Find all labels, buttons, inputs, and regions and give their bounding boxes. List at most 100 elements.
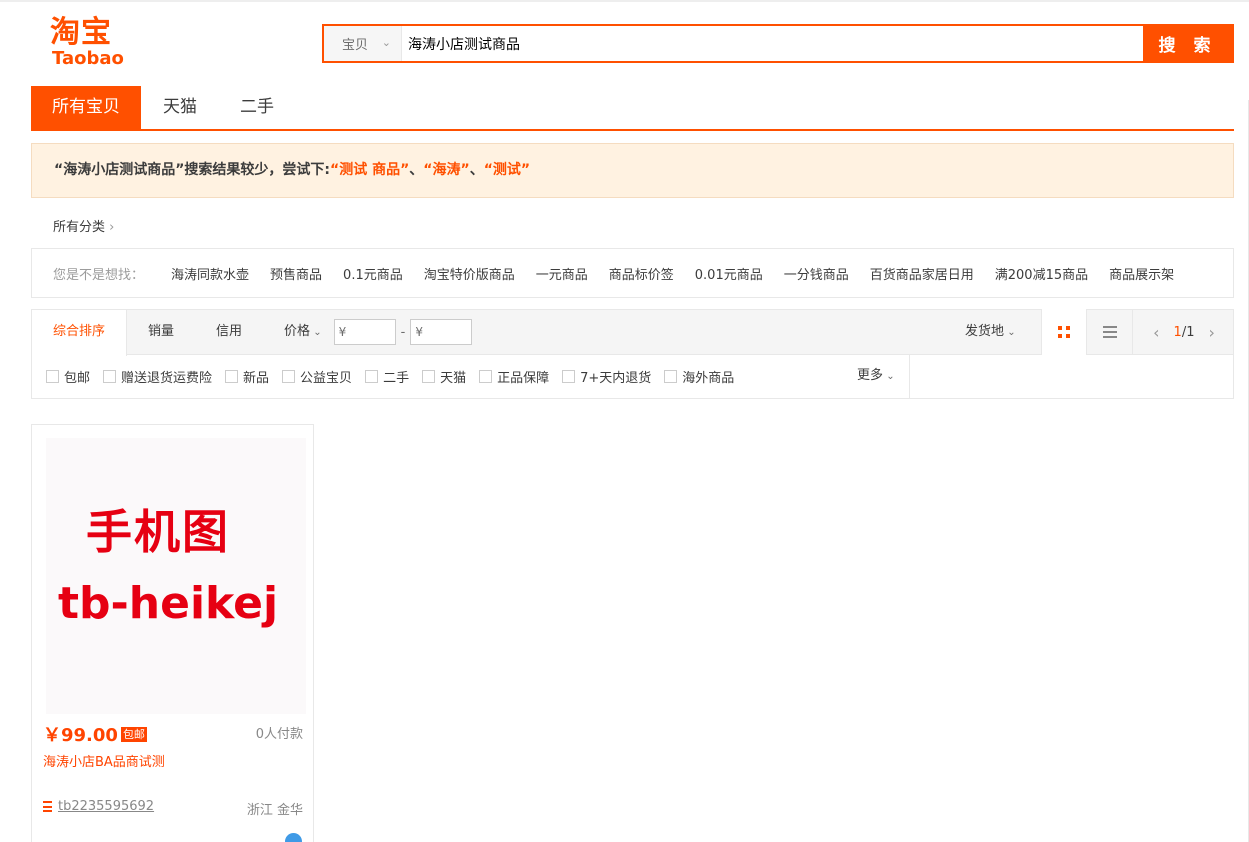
related-search-link[interactable]: 商品展示架 — [1109, 264, 1174, 283]
chevron-right-icon[interactable]: › — [1208, 323, 1214, 342]
search-bar: 宝贝 ⌄ 搜 索 — [322, 24, 1234, 63]
search-category-label: 宝贝 — [342, 38, 369, 53]
filter-label: 公益宝贝 — [300, 370, 353, 386]
checkbox-icon[interactable] — [479, 369, 493, 383]
tip-separator: 、 — [409, 162, 424, 178]
filter-secondhand[interactable]: 二手 — [365, 367, 409, 386]
logo-cn: 淘宝 — [50, 15, 112, 50]
related-search-link[interactable]: 一元商品 — [536, 264, 588, 283]
tab-secondhand[interactable]: 二手 — [219, 86, 295, 129]
product-image-text: 手机图 — [86, 505, 230, 559]
checkbox-icon[interactable] — [46, 369, 59, 383]
checkbox-icon[interactable] — [365, 369, 379, 383]
tip-suggestion-3[interactable]: “测试” — [484, 162, 530, 178]
related-search-link[interactable]: 满200减15商品 — [995, 264, 1088, 283]
filter-row: 包邮 赠送退货运费险 新品 公益宝贝 二手 天猫 正品保障 7+天内退货 海外商… — [31, 354, 1234, 399]
chevron-down-icon: ⌄ — [381, 36, 391, 49]
seller-link[interactable]: tb2235595692 — [58, 799, 154, 814]
product-image[interactable]: 手机图 tb-heikej — [46, 438, 306, 714]
logo-en: Taobao — [52, 48, 124, 69]
shop-icon — [43, 801, 52, 812]
price-range-dash: - — [400, 324, 406, 340]
seller-info: tb2235595692 — [43, 799, 154, 814]
filter-label: 7+天内退货 — [580, 370, 652, 386]
ship-from-label: 发货地 — [965, 324, 1005, 339]
related-search-link[interactable]: 海涛同款水壶 — [171, 264, 249, 283]
product-price: ￥99.00 包邮 — [43, 721, 147, 747]
filter-genuine[interactable]: 正品保障 — [479, 367, 549, 386]
more-filters-button[interactable]: 更多 ⌄ — [857, 354, 910, 398]
category-breadcrumb[interactable]: 所有分类 › — [53, 216, 114, 235]
tip-separator: 、 — [469, 162, 484, 178]
filter-label: 海外商品 — [682, 370, 735, 386]
product-image-text: tb-heikej — [58, 578, 279, 629]
filter-label: 二手 — [383, 370, 410, 386]
sort-price-label: 价格 — [284, 324, 311, 339]
product-location: 浙江 金华 — [246, 803, 303, 818]
grid-view-button[interactable] — [1041, 309, 1087, 355]
sort-price[interactable]: 价格 ⌄ — [263, 310, 334, 354]
price-max-input[interactable]: ¥ — [410, 319, 473, 345]
related-search-link[interactable]: 预售商品 — [270, 264, 322, 283]
grid-icon — [1058, 326, 1070, 338]
filter-label: 包邮 — [64, 370, 91, 386]
search-button[interactable]: 搜 索 — [1143, 26, 1232, 61]
filter-tmall[interactable]: 天猫 — [422, 367, 466, 386]
chevron-down-icon: ⌄ — [1004, 327, 1016, 338]
filter-new[interactable]: 新品 — [225, 367, 269, 386]
ship-from-dropdown[interactable]: 发货地 ⌄ — [965, 310, 1016, 354]
page-indicator: 1/1 — [1174, 325, 1195, 340]
product-sales: 0人付款 — [255, 727, 303, 742]
taobao-logo[interactable]: 淘宝 Taobao — [50, 16, 134, 72]
filter-charity[interactable]: 公益宝贝 — [282, 367, 352, 386]
sort-credit[interactable]: 信用 — [195, 310, 263, 354]
list-icon — [1102, 326, 1117, 338]
checkbox-icon[interactable] — [422, 369, 436, 383]
chevron-down-icon: ⌄ — [310, 327, 322, 338]
tip-prefix: “海涛小店测试商品”搜索结果较少，尝试下: — [54, 162, 330, 178]
more-label: 更多 — [857, 368, 884, 383]
product-card[interactable]: 手机图 tb-heikej ￥99.00 包邮 0人付款 海涛小店BA品商试测 … — [31, 424, 314, 842]
filter-label: 新品 — [243, 370, 270, 386]
checkbox-icon[interactable] — [225, 369, 239, 383]
tip-suggestion-1[interactable]: “测试 商品” — [330, 162, 409, 178]
list-view-button[interactable] — [1087, 310, 1133, 354]
filter-free-shipping[interactable]: 包邮 — [46, 367, 90, 386]
category-label: 所有分类 — [53, 220, 106, 235]
filter-label: 正品保障 — [497, 370, 550, 386]
related-search-link[interactable]: 一分钱商品 — [784, 264, 849, 283]
sort-default[interactable]: 综合排序 — [32, 310, 128, 356]
tab-all[interactable]: 所有宝贝 — [31, 86, 141, 129]
wangwang-chat-icon[interactable] — [285, 833, 302, 842]
related-search-link[interactable]: 0.01元商品 — [695, 264, 763, 283]
related-search-link[interactable]: 百货商品家居日用 — [870, 264, 974, 283]
checkbox-icon[interactable] — [282, 369, 296, 383]
search-tabs: 所有宝贝 天猫 二手 — [31, 86, 1234, 131]
filter-7day-return[interactable]: 7+天内退货 — [562, 367, 651, 386]
price-value: ￥99.00 — [43, 725, 118, 746]
sort-sales[interactable]: 销量 — [127, 310, 195, 354]
sort-bar: 综合排序 销量 信用 价格 ⌄ ¥ - ¥ 发货地 ⌄ ‹ 1/1 › — [31, 309, 1234, 356]
filter-label: 天猫 — [440, 370, 467, 386]
filter-overseas[interactable]: 海外商品 — [664, 367, 734, 386]
related-search-link[interactable]: 商品标价签 — [609, 264, 674, 283]
search-input[interactable] — [402, 26, 1143, 61]
tip-suggestion-2[interactable]: “海涛” — [423, 162, 469, 178]
related-search-link[interactable]: 0.1元商品 — [343, 264, 403, 283]
filter-return-insurance[interactable]: 赠送退货运费险 — [103, 367, 212, 386]
chevron-right-icon: › — [109, 220, 115, 235]
related-search-link[interactable]: 淘宝特价版商品 — [424, 264, 515, 283]
free-shipping-badge: 包邮 — [120, 726, 147, 742]
search-category-select[interactable]: 宝贝 ⌄ — [324, 26, 402, 61]
checkbox-icon[interactable] — [103, 369, 117, 383]
tab-tmall[interactable]: 天猫 — [141, 86, 219, 129]
checkbox-icon[interactable] — [664, 369, 678, 383]
product-title[interactable]: 海涛小店BA品商试测 — [43, 751, 165, 770]
price-min-input[interactable]: ¥ — [333, 319, 396, 345]
related-searches-label: 您是不是想找： — [53, 267, 145, 283]
related-searches: 您是不是想找： 海涛同款水壶 预售商品 0.1元商品 淘宝特价版商品 一元商品 … — [31, 248, 1234, 298]
chevron-left-icon[interactable]: ‹ — [1153, 323, 1159, 342]
few-results-tip: “海涛小店测试商品”搜索结果较少，尝试下:“测试 商品”、“海涛”、“测试” — [31, 143, 1234, 198]
filter-label: 赠送退货运费险 — [121, 370, 213, 386]
checkbox-icon[interactable] — [562, 369, 576, 383]
